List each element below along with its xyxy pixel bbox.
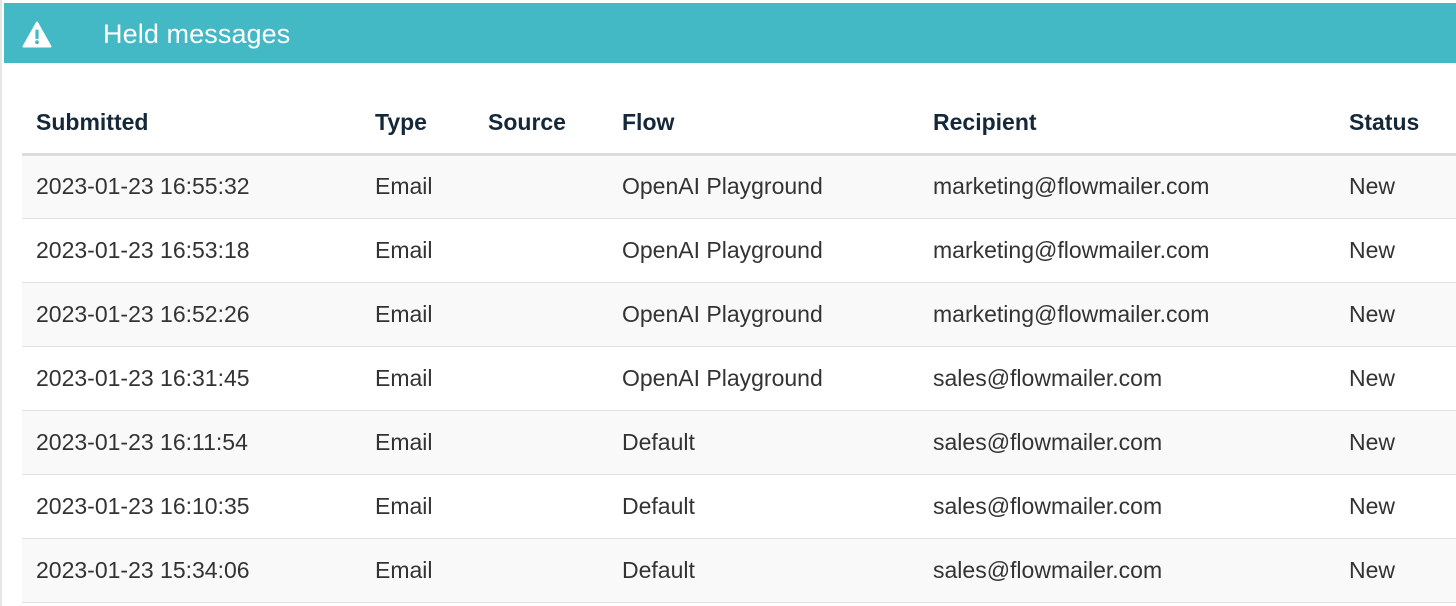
table-row[interactable]: 2023-01-23 16:52:26 Email OpenAI Playgro… bbox=[22, 282, 1456, 347]
cell-type: Email bbox=[361, 154, 474, 219]
cell-flow: OpenAI Playground bbox=[608, 282, 919, 347]
cell-recipient: marketing@flowmailer.com bbox=[919, 282, 1335, 347]
table-row[interactable]: 2023-01-23 16:11:54 Email Default sales@… bbox=[22, 410, 1456, 475]
held-messages-table-wrapper: Submitted Type Source Flow Recipient Sta… bbox=[22, 92, 1456, 603]
table-row[interactable]: 2023-01-23 16:31:45 Email OpenAI Playgro… bbox=[22, 346, 1456, 411]
panel-header: Held messages bbox=[4, 3, 1456, 63]
table-row[interactable]: 2023-01-23 16:55:32 Email OpenAI Playgro… bbox=[22, 154, 1456, 219]
cell-recipient: sales@flowmailer.com bbox=[919, 538, 1335, 603]
column-header-flow[interactable]: Flow bbox=[608, 92, 919, 156]
cell-status: New bbox=[1335, 474, 1456, 539]
cell-status: New bbox=[1335, 410, 1456, 475]
table-row[interactable]: 2023-01-23 15:34:06 Email Default sales@… bbox=[22, 538, 1456, 603]
cell-status: New bbox=[1335, 154, 1456, 219]
cell-submitted: 2023-01-23 16:11:54 bbox=[22, 410, 361, 475]
panel-title: Held messages bbox=[103, 19, 291, 49]
table-header-row: Submitted Type Source Flow Recipient Sta… bbox=[22, 92, 1456, 156]
cell-status: New bbox=[1335, 538, 1456, 603]
column-header-submitted[interactable]: Submitted bbox=[22, 92, 361, 156]
cell-flow: Default bbox=[608, 410, 919, 475]
cell-flow: OpenAI Playground bbox=[608, 346, 919, 411]
cell-type: Email bbox=[361, 218, 474, 283]
cell-type: Email bbox=[361, 410, 474, 475]
table-row[interactable]: 2023-01-23 16:53:18 Email OpenAI Playgro… bbox=[22, 218, 1456, 283]
held-messages-panel: Held messages Submitted Type Source Flow… bbox=[0, 0, 1456, 606]
cell-submitted: 2023-01-23 16:31:45 bbox=[22, 346, 361, 411]
cell-type: Email bbox=[361, 282, 474, 347]
warning-triangle-icon bbox=[22, 21, 52, 48]
cell-submitted: 2023-01-23 16:10:35 bbox=[22, 474, 361, 539]
cell-source bbox=[474, 282, 608, 347]
column-header-recipient[interactable]: Recipient bbox=[919, 92, 1335, 156]
cell-type: Email bbox=[361, 538, 474, 603]
column-header-type[interactable]: Type bbox=[361, 92, 474, 156]
cell-source bbox=[474, 154, 608, 219]
cell-submitted: 2023-01-23 15:34:06 bbox=[22, 538, 361, 603]
cell-submitted: 2023-01-23 16:53:18 bbox=[22, 218, 361, 283]
cell-source bbox=[474, 218, 608, 283]
cell-recipient: sales@flowmailer.com bbox=[919, 474, 1335, 539]
cell-recipient: sales@flowmailer.com bbox=[919, 410, 1335, 475]
cell-status: New bbox=[1335, 282, 1456, 347]
cell-status: New bbox=[1335, 346, 1456, 411]
column-header-source[interactable]: Source bbox=[474, 92, 608, 156]
cell-source bbox=[474, 346, 608, 411]
cell-recipient: sales@flowmailer.com bbox=[919, 346, 1335, 411]
cell-submitted: 2023-01-23 16:55:32 bbox=[22, 154, 361, 219]
cell-type: Email bbox=[361, 346, 474, 411]
cell-submitted: 2023-01-23 16:52:26 bbox=[22, 282, 361, 347]
cell-source bbox=[474, 474, 608, 539]
held-messages-table: Submitted Type Source Flow Recipient Sta… bbox=[22, 92, 1456, 603]
cell-flow: Default bbox=[608, 474, 919, 539]
cell-recipient: marketing@flowmailer.com bbox=[919, 218, 1335, 283]
cell-source bbox=[474, 410, 608, 475]
cell-source bbox=[474, 538, 608, 603]
column-header-status[interactable]: Status bbox=[1335, 92, 1456, 156]
cell-flow: Default bbox=[608, 538, 919, 603]
table-row[interactable]: 2023-01-23 16:10:35 Email Default sales@… bbox=[22, 474, 1456, 539]
cell-status: New bbox=[1335, 218, 1456, 283]
cell-recipient: marketing@flowmailer.com bbox=[919, 154, 1335, 219]
cell-flow: OpenAI Playground bbox=[608, 218, 919, 283]
cell-type: Email bbox=[361, 474, 474, 539]
cell-flow: OpenAI Playground bbox=[608, 154, 919, 219]
